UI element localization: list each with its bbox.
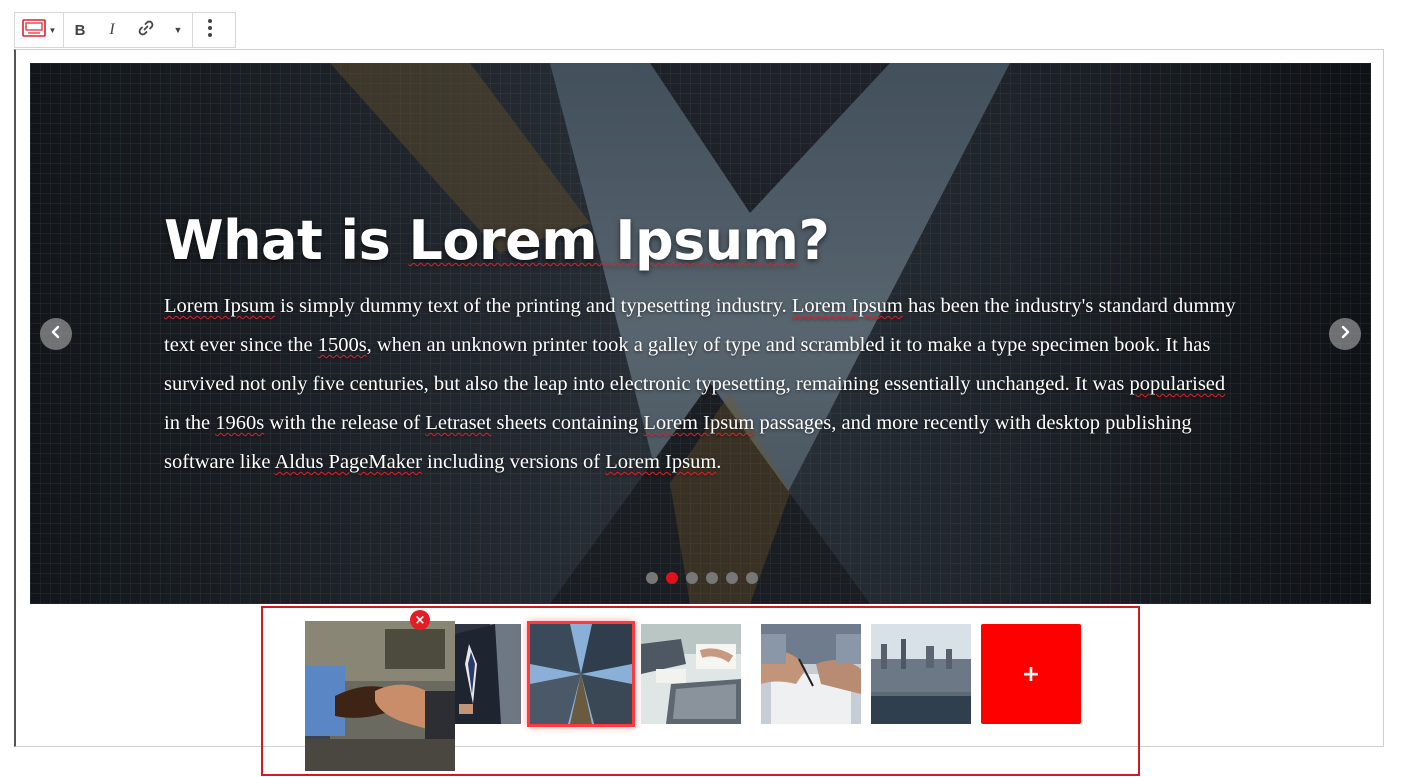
body-text-segment: sheets containing [491,412,644,434]
spellcheck-word: Lorem Ipsum [164,295,276,317]
thumbnail-businessman-suit[interactable] [455,624,521,724]
spellcheck-word: popularised [1129,373,1226,395]
caret-down-icon: ▼ [48,25,57,35]
add-image-button[interactable]: + [981,624,1081,724]
next-slide-button[interactable] [1329,318,1361,350]
slide-dot[interactable] [706,572,718,584]
slider-block-icon [21,18,46,42]
bold-button[interactable]: B [64,13,96,47]
spellcheck-word: Letraset [425,412,492,434]
spellcheck-word: 1960s [215,412,265,434]
thumbnail-city-skyline[interactable] [871,624,971,724]
slide-dot[interactable] [726,572,738,584]
body-text-segment: . [716,451,722,473]
thumbnail-laptop-meeting[interactable] [641,624,741,724]
spellcheck-word: 1500s [317,334,367,356]
more-formatting-button[interactable]: ▼ [164,13,192,47]
block-toolbar: ▼ B I ▼ [14,12,236,48]
chevron-right-icon [1338,325,1352,344]
slide-content: What is Lorem Ipsum? Lorem Ipsum is simp… [164,205,1244,482]
close-icon: × [414,612,426,628]
format-group: B I ▼ [64,13,193,47]
more-options-button[interactable] [193,13,227,47]
chevron-down-icon: ▼ [173,25,183,35]
slide-dot[interactable] [646,572,658,584]
italic-button[interactable]: I [96,13,128,47]
spellcheck-word: Lorem Ipsum [605,451,717,473]
thumbnail-signing-document[interactable] [761,624,861,724]
options-group [193,13,227,47]
link-button[interactable] [128,13,164,47]
chevron-left-icon [49,325,63,344]
slide-title[interactable]: What is Lorem Ipsum? [164,205,1244,277]
body-text-segment: in the [164,412,216,434]
thumbnail-skyscrapers-looking-up[interactable] [530,624,632,724]
prev-slide-button[interactable] [40,318,72,350]
slide-pagination-dots [646,572,758,584]
body-text-segment: with the release of [264,412,426,434]
spellcheck-word: Lorem Ipsum [408,209,799,272]
spellcheck-word: Lorem Ipsum [643,412,755,434]
thumbnail-handshake[interactable] [305,621,455,771]
vertical-ellipsis-icon [207,18,213,43]
link-icon [137,19,155,42]
spellcheck-word: Lorem Ipsum [791,295,903,317]
block-type-switcher[interactable]: ▼ [15,13,63,47]
spellcheck-word: Aldus PageMaker [274,451,422,473]
body-text-segment: is simply dummy text of the printing and… [275,295,792,317]
remove-image-button[interactable]: × [410,610,430,630]
slide-dot[interactable] [666,572,678,584]
slider: What is Lorem Ipsum? Lorem Ipsum is simp… [30,63,1371,604]
slide-dot[interactable] [746,572,758,584]
slide-body-text[interactable]: Lorem Ipsum is simply dummy text of the … [164,287,1244,482]
slide-dot[interactable] [686,572,698,584]
body-text-segment: including versions of [421,451,606,473]
block-type-group: ▼ [15,13,64,47]
